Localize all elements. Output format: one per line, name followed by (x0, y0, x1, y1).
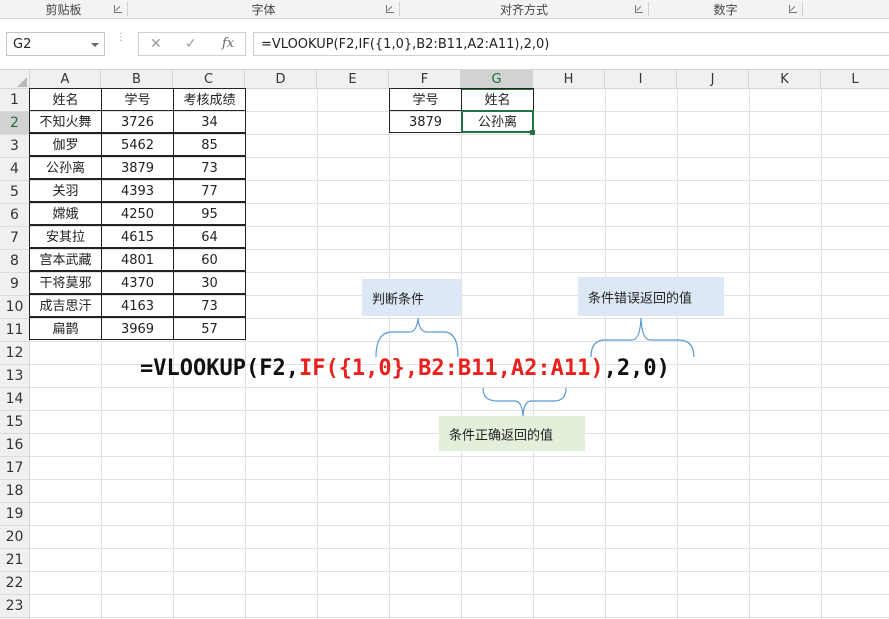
brace-condition (375, 317, 459, 358)
brace-false (590, 317, 695, 358)
brace-true (482, 387, 567, 417)
brace-overlay (375, 317, 695, 417)
